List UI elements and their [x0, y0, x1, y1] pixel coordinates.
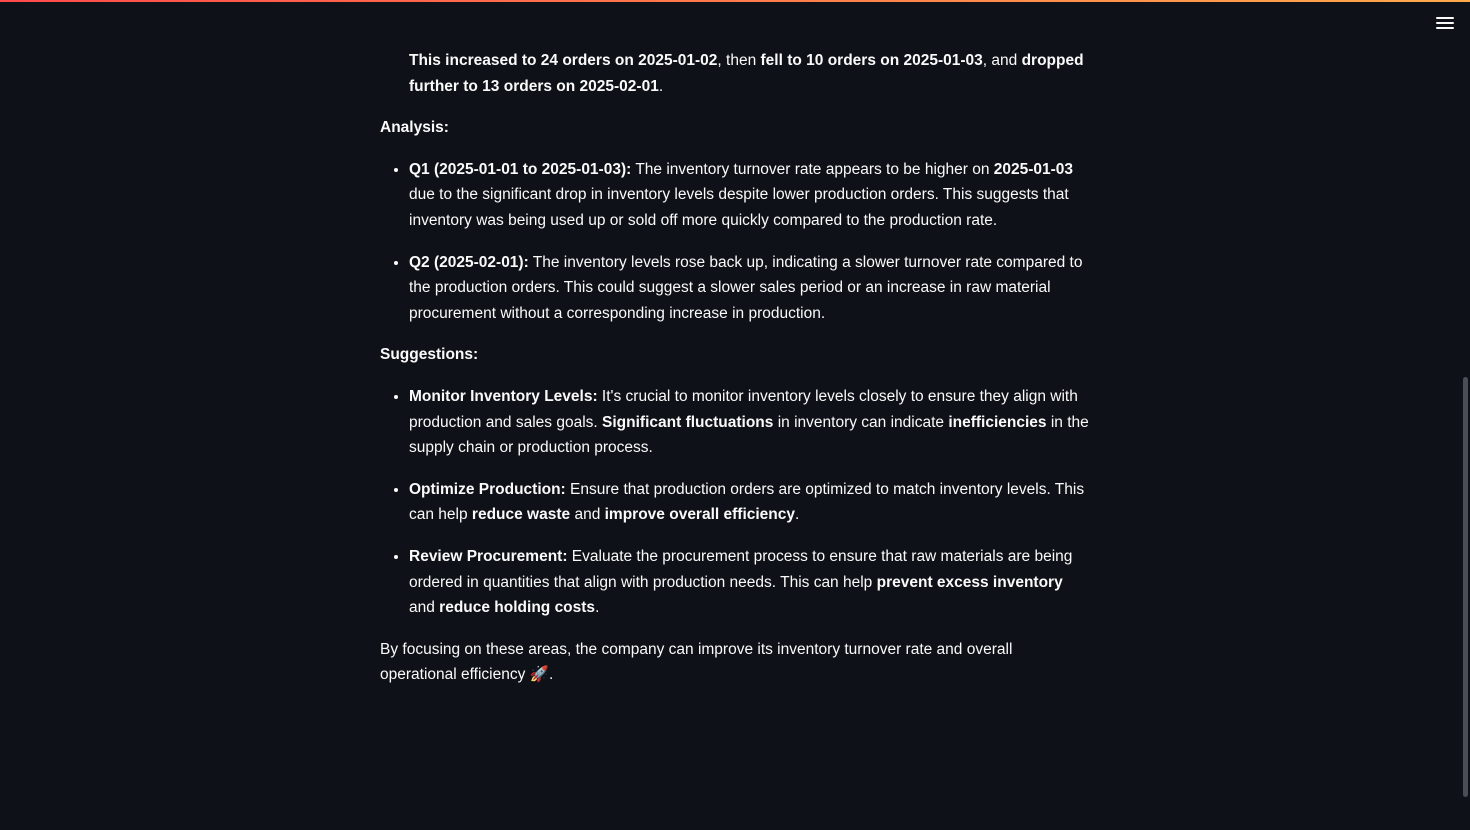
cut-off-text-line: [380, 40, 1090, 48]
text: , and: [982, 52, 1022, 69]
scrollbar-thumb[interactable]: [1463, 377, 1468, 797]
hamburger-menu-icon: [1436, 17, 1454, 29]
closing-paragraph: By focusing on these areas, the company …: [380, 640, 1013, 684]
bold-text: This increased to 24 orders on 2025-01-0…: [409, 52, 718, 69]
chat-message-content: This increased to 24 orders on 2025-01-0…: [380, 40, 1090, 704]
analysis-heading: Analysis:: [380, 119, 449, 137]
suggestions-list: Monitor Inventory Levels: It's crucial t…: [380, 384, 1090, 621]
list-item: Monitor Inventory Levels: It's crucial t…: [409, 384, 1090, 461]
bold-text: fell to 10 orders on 2025-01-03: [760, 52, 983, 69]
list-item: Q2 (2025-02-01): The inventory levels ro…: [409, 250, 1090, 327]
list-item: Q1 (2025-01-01 to 2025-01-03): The inven…: [409, 157, 1090, 234]
text: , then: [717, 52, 761, 69]
main-menu-button[interactable]: [1436, 14, 1454, 32]
analysis-list: Q1 (2025-01-01 to 2025-01-03): The inven…: [380, 157, 1090, 327]
text: .: [658, 77, 664, 95]
top-paragraph: This increased to 24 orders on 2025-01-0…: [380, 48, 1090, 99]
list-item: Optimize Production: Ensure that product…: [409, 477, 1090, 528]
rocket-icon: 🚀: [529, 666, 549, 684]
list-item: Review Procurement: Evaluate the procure…: [409, 544, 1090, 621]
suggestions-heading: Suggestions:: [380, 346, 479, 364]
top-decoration-bar: [0, 0, 1470, 2]
